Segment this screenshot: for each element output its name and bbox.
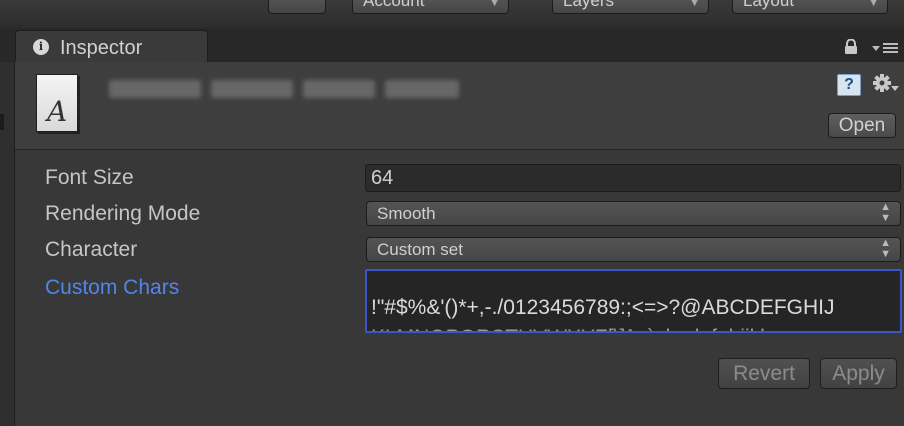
play-mode-button[interactable] [268, 0, 326, 14]
open-button[interactable]: Open [828, 113, 896, 138]
rendering-mode-dropdown[interactable]: Smooth ▲ ▼ [366, 201, 901, 226]
layers-dropdown[interactable]: Layers ▼ [552, 0, 709, 14]
layout-dropdown[interactable]: Layout ▼ [732, 0, 888, 14]
account-dropdown[interactable]: Account ▼ [352, 0, 509, 14]
updown-arrow-icon: ▲ ▼ [880, 201, 891, 224]
character-value: Custom set [377, 240, 463, 259]
layers-label: Layers [563, 0, 615, 10]
tab-inspector[interactable]: i Inspector [15, 30, 208, 63]
custom-chars-label: Custom Chars [45, 276, 180, 299]
chevron-down-icon: ▼ [489, 0, 500, 9]
info-icon: i [33, 39, 49, 55]
gear-icon[interactable] [872, 72, 900, 96]
rendering-mode-value: Smooth [377, 204, 436, 223]
font-asset-icon: A [36, 74, 78, 132]
asset-header: A ? Open [15, 62, 904, 150]
tab-strip: i Inspector [0, 28, 904, 63]
revert-button[interactable]: Revert [718, 358, 810, 389]
lock-icon[interactable] [844, 39, 858, 55]
inspector-panel: A ? Open Font Size 64 Rendering Mode Smo… [14, 62, 904, 426]
font-size-label: Font Size [45, 166, 134, 189]
left-gutter [0, 62, 14, 426]
account-label: Account [363, 0, 425, 10]
asset-name-redacted [109, 80, 459, 100]
custom-chars-text: !"#$%&'()*+,-./0123456789:;<=>?@ABCDEFGH… [371, 296, 835, 319]
custom-chars-text-overflow: KLMNOPQRSTUVWXYZ[\]^_`abcdefghijklm [371, 326, 782, 331]
help-book-icon[interactable]: ? [837, 74, 861, 96]
menu-icon[interactable] [870, 42, 902, 54]
top-toolbar: Account ▼ Layers ▼ Layout ▼ [0, 0, 904, 28]
apply-button[interactable]: Apply [820, 358, 897, 389]
layout-label: Layout [743, 0, 795, 10]
chevron-down-icon: ▼ [689, 0, 700, 9]
updown-arrow-icon: ▲ ▼ [880, 237, 891, 260]
rendering-mode-label: Rendering Mode [45, 202, 201, 225]
character-dropdown[interactable]: Custom set ▲ ▼ [366, 237, 901, 262]
font-size-field[interactable]: 64 [365, 164, 901, 192]
chevron-down-icon: ▼ [868, 0, 879, 9]
custom-chars-textarea[interactable]: !"#$%&'()*+,-./0123456789:;<=>?@ABCDEFGH… [365, 269, 902, 333]
tab-label: Inspector [60, 37, 143, 59]
character-label: Character [45, 238, 138, 261]
